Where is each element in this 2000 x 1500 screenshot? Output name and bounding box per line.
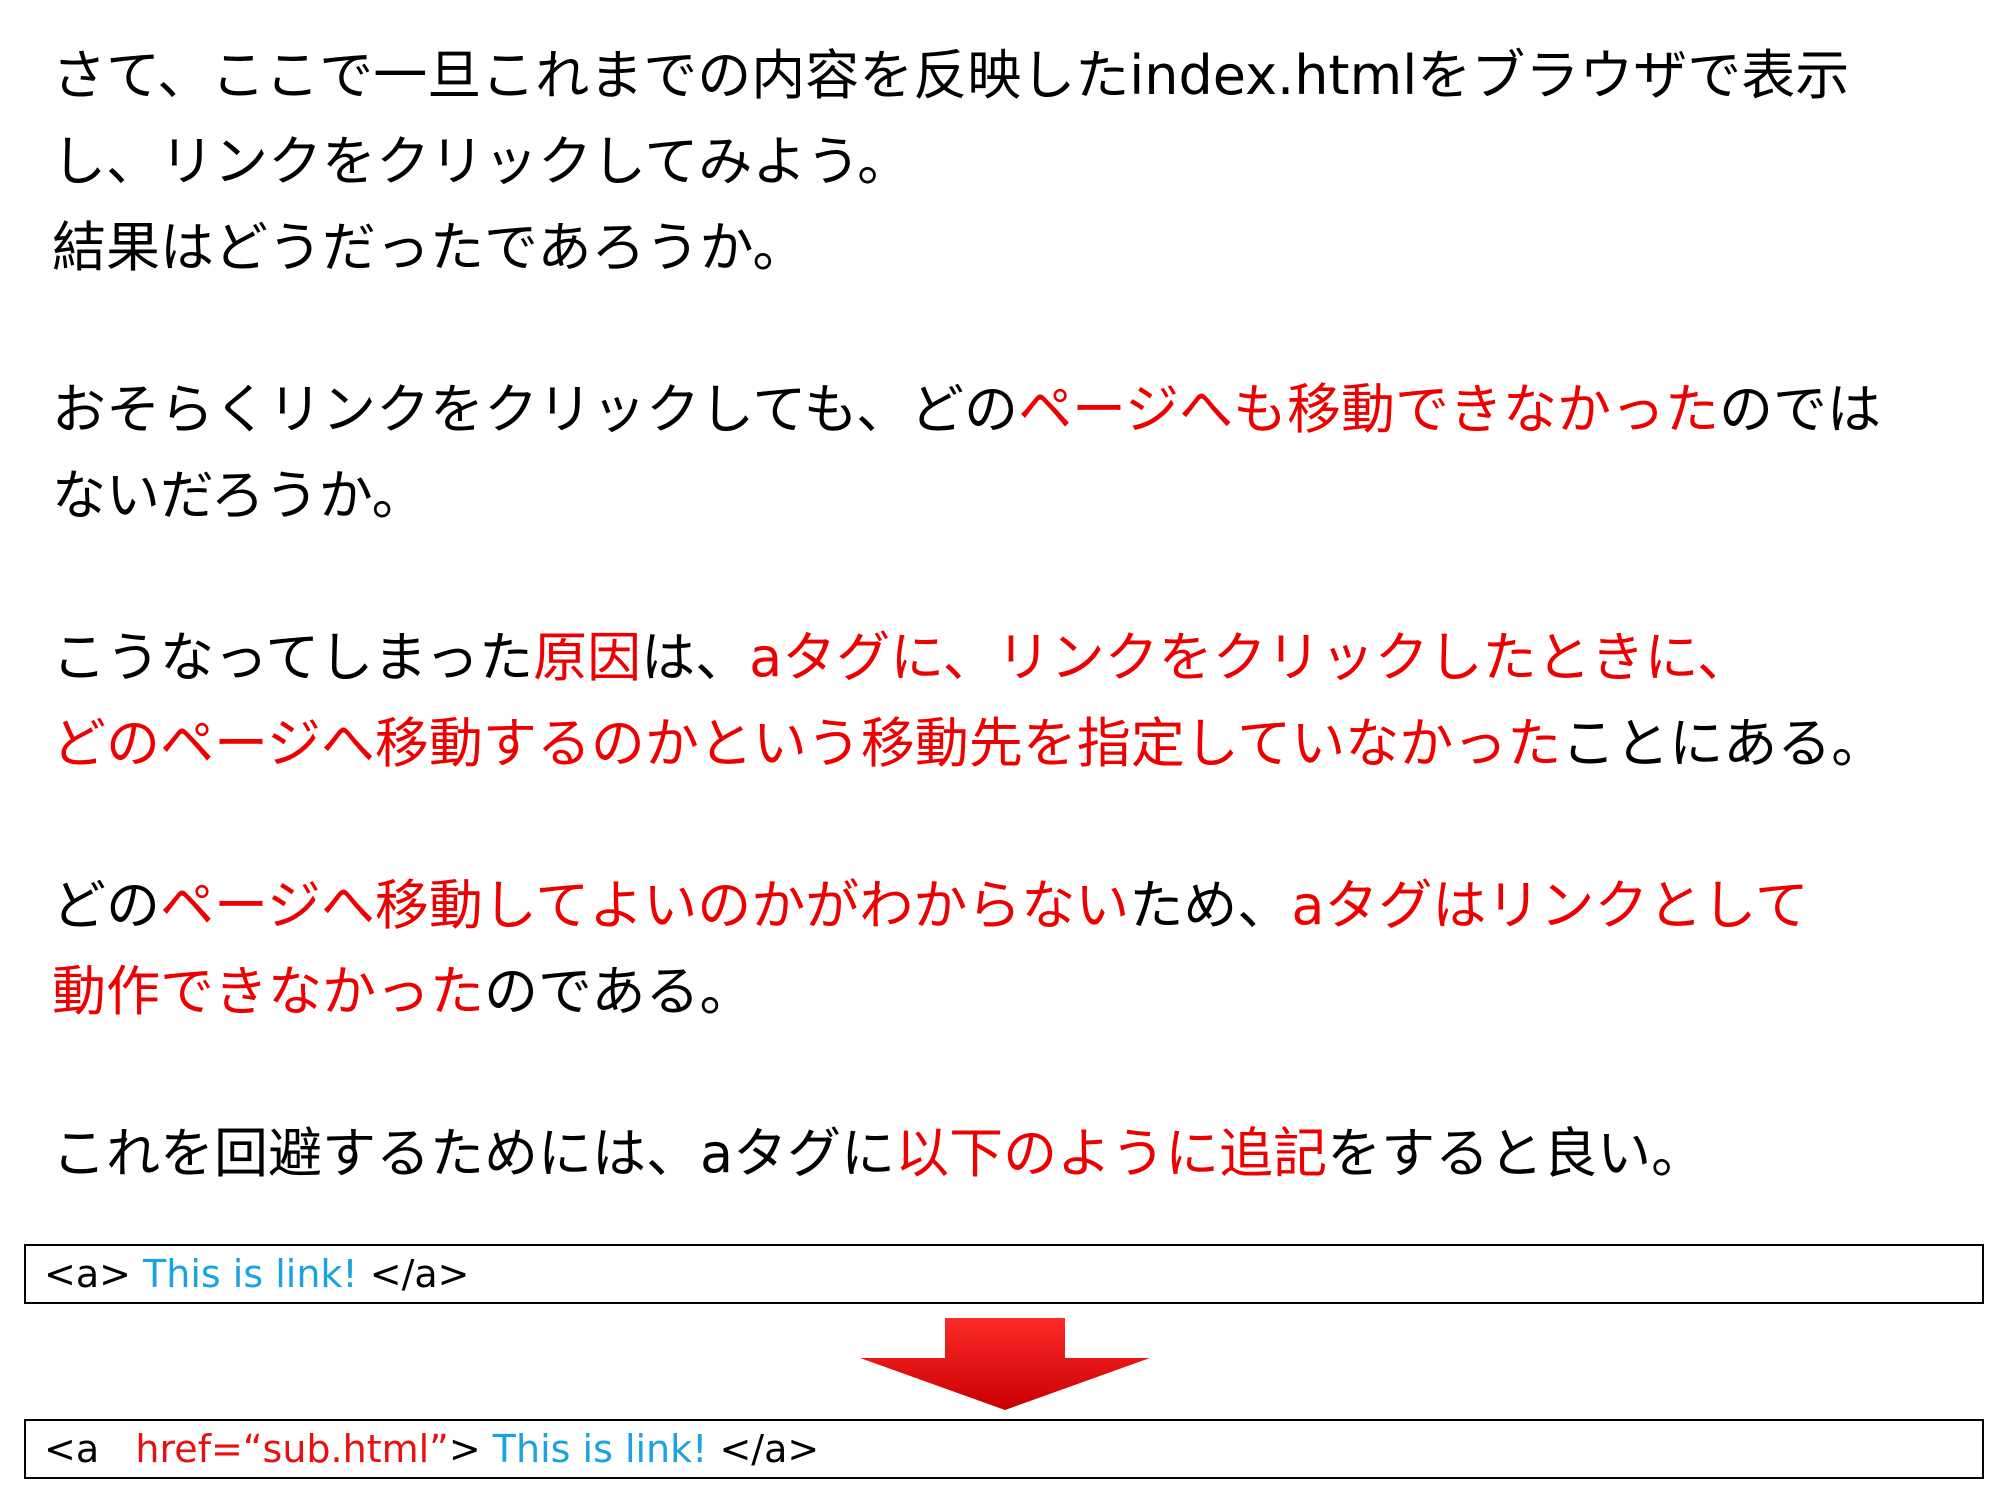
code-box-after: <a href=“sub.html”> This is link! </a> — [24, 1419, 1984, 1479]
code-open-tag: <a> — [44, 1252, 144, 1296]
text: ないだろうか。 — [52, 464, 426, 527]
paragraph-4-line-2: 動作できなかったのである。 — [52, 952, 753, 1032]
paragraph-1-line-3: 結果はどうだったであろうか。 — [52, 208, 806, 288]
paragraph-1-line-1: さて、ここで一旦これまでの内容を反映したindex.htmlをブラウザで表示 — [52, 36, 1849, 116]
text: ため、 — [1129, 874, 1292, 937]
code-link-text: This is link! — [143, 1252, 358, 1296]
down-arrow-icon — [860, 1318, 1150, 1410]
paragraph-3-line-1: こうなってしまった原因は、aタグに、リンクをクリックしたときに、 — [52, 618, 1751, 698]
slide-page: さて、ここで一旦これまでの内容を反映したindex.htmlをブラウザで表示 し… — [0, 0, 2000, 1500]
text: これを回避するためには、aタグに — [52, 1122, 896, 1185]
text: は、 — [641, 626, 750, 689]
text: 結果はどうだったであろうか。 — [52, 216, 807, 279]
code-tag-end: > — [448, 1427, 493, 1471]
emphasis-text: aタグに、リンクをクリックしたときに、 — [749, 626, 1751, 689]
code-href-attribute: href=“sub.html” — [135, 1427, 449, 1471]
paragraph-5-line-1: これを回避するためには、aタグに以下のように追記をすると良い。 — [52, 1114, 1705, 1194]
emphasis-text: 動作できなかった — [52, 960, 484, 1023]
text: し、リンクをクリックしてみよう。 — [52, 130, 912, 193]
paragraph-1-line-2: し、リンクをクリックしてみよう。 — [52, 122, 911, 202]
emphasis-text: ページへも移動できなかった — [1018, 378, 1719, 441]
emphasis-text: 以下のように追記 — [895, 1122, 1328, 1185]
text: どの — [52, 874, 160, 937]
paragraph-2-line-1: おそらくリンクをクリックしても、どのページへも移動できなかったのでは — [52, 370, 1881, 450]
paragraph-3-line-2: どのページへ移動するのかという移動先を指定していなかったことにある。 — [52, 704, 1885, 784]
paragraph-4-line-1: どのページへ移動してよいのかがわからないため、aタグはリンクとして — [52, 866, 1809, 946]
paragraph-2-line-2: ないだろうか。 — [52, 456, 426, 536]
code-link-text: This is link! — [492, 1427, 708, 1471]
emphasis-text: ページへ移動してよいのかがわからない — [160, 874, 1130, 937]
text: おそらくリンクをクリックしても、どの — [52, 378, 1019, 441]
emphasis-text: aタグはリンクとして — [1291, 874, 1809, 937]
text: さて、ここで一旦これまでの内容を反映したindex.htmlをブラウザで表示 — [52, 44, 1850, 107]
emphasis-text: 原因 — [533, 626, 642, 689]
code-open-tag: <a — [44, 1427, 136, 1471]
emphasis-text: どのページへ移動するのかという移動先を指定していなかった — [52, 712, 1562, 775]
text: こうなってしまった — [52, 626, 534, 689]
text: ことにある。 — [1561, 712, 1886, 775]
text: のでは — [1718, 378, 1881, 441]
code-close-tag: </a> — [707, 1427, 820, 1471]
code-close-tag: </a> — [357, 1252, 470, 1296]
text: のである。 — [484, 960, 754, 1023]
text: をすると良い。 — [1327, 1122, 1706, 1185]
code-box-before: <a> This is link! </a> — [24, 1244, 1984, 1304]
